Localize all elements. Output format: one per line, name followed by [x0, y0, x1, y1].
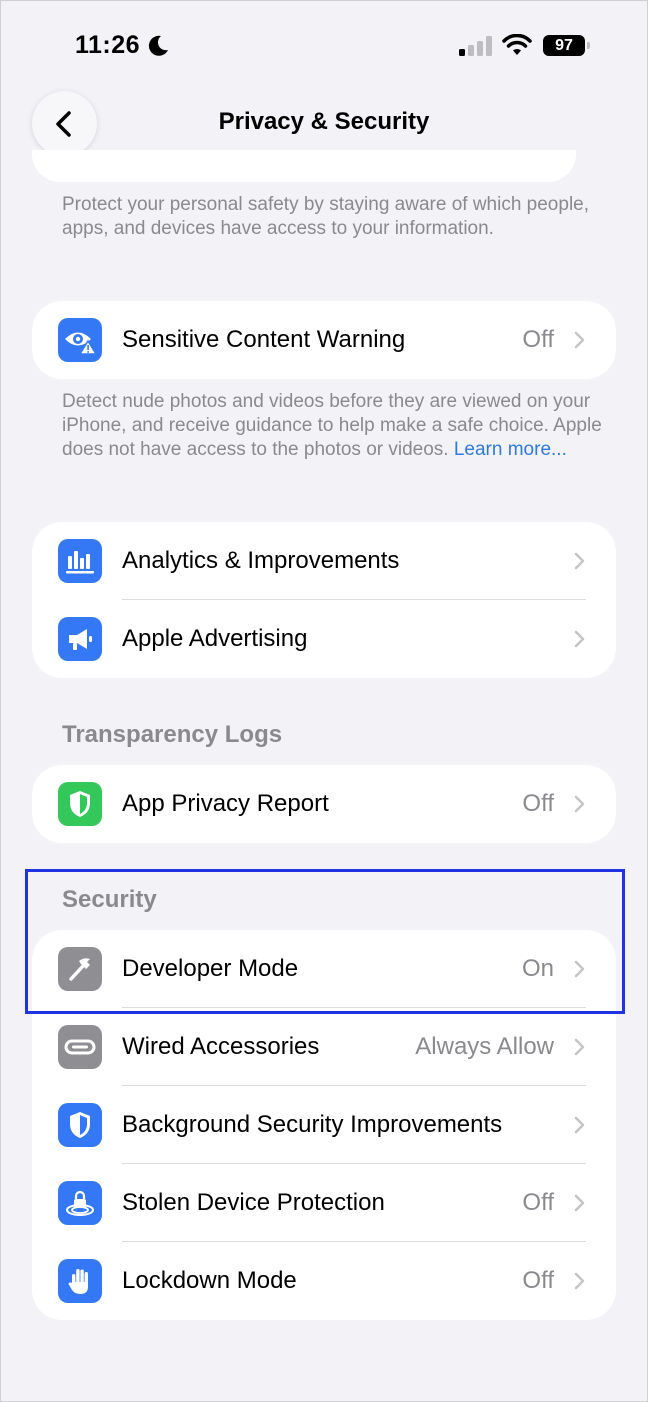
wired-accessories-label: Wired Accessories: [122, 1033, 320, 1060]
bar-chart-icon: [58, 539, 102, 583]
page-title: Privacy & Security: [218, 108, 430, 135]
chevron-right-icon: [574, 331, 585, 349]
sensitive-content-value: Off: [522, 326, 554, 353]
battery-level: 97: [543, 35, 585, 56]
transparency-card: App Privacy Report Off: [32, 765, 616, 843]
sensitive-content-label: Sensitive Content Warning: [122, 326, 406, 353]
lockdown-mode-value: Off: [522, 1267, 554, 1294]
wired-accessories-value: Always Allow: [415, 1033, 554, 1060]
cellular-signal-icon: [459, 36, 492, 56]
battery-indicator: 97: [543, 35, 591, 56]
sensitive-content-card: Sensitive Content Warning Off: [32, 301, 616, 379]
apple-advertising-row[interactable]: Apple Advertising: [32, 600, 616, 678]
cable-icon: [58, 1025, 102, 1069]
lockdown-mode-row[interactable]: Lockdown Mode Off: [32, 1242, 616, 1320]
lockdown-mode-label: Lockdown Mode: [122, 1267, 297, 1294]
analytics-card: Analytics & Improvements Apple Advertisi…: [32, 522, 616, 678]
chevron-right-icon: [574, 1272, 585, 1290]
highlight-box: [25, 869, 625, 1014]
stolen-device-protection-value: Off: [522, 1189, 554, 1216]
lock-icon: [58, 1181, 102, 1225]
eye-warning-icon: [58, 318, 102, 362]
shield-icon: [58, 1103, 102, 1147]
apple-advertising-label: Apple Advertising: [122, 625, 308, 652]
chevron-right-icon: [574, 1038, 585, 1056]
wifi-icon: [502, 34, 532, 55]
safety-footnote: Protect your personal safety by staying …: [62, 194, 590, 239]
chevron-right-icon: [574, 630, 585, 648]
wired-accessories-row[interactable]: Wired Accessories Always Allow: [32, 1008, 616, 1086]
learn-more-link[interactable]: Learn more...: [454, 439, 567, 460]
sensitive-footnote: Detect nude photos and videos before the…: [62, 390, 602, 462]
shield-icon: [58, 782, 102, 826]
app-privacy-report-row[interactable]: App Privacy Report Off: [32, 765, 616, 843]
chevron-right-icon: [574, 795, 585, 813]
chevron-right-icon: [574, 1194, 585, 1212]
app-privacy-report-label: App Privacy Report: [122, 790, 329, 817]
hand-icon: [58, 1259, 102, 1303]
analytics-label: Analytics & Improvements: [122, 547, 400, 574]
transparency-logs-header: Transparency Logs: [62, 721, 283, 748]
safety-check-card[interactable]: [32, 150, 576, 182]
chevron-right-icon: [574, 1116, 585, 1134]
background-security-label: Background Security Improvements: [122, 1111, 503, 1138]
sensitive-content-warning-row[interactable]: Sensitive Content Warning Off: [32, 301, 616, 379]
app-privacy-report-value: Off: [522, 790, 554, 817]
status-time: 11:26: [75, 31, 141, 59]
megaphone-icon: [58, 617, 102, 661]
chevron-right-icon: [574, 552, 585, 570]
moon-icon: [148, 35, 168, 56]
stolen-device-protection-label: Stolen Device Protection: [122, 1189, 385, 1216]
stolen-device-protection-row[interactable]: Stolen Device Protection Off: [32, 1164, 616, 1242]
analytics-improvements-row[interactable]: Analytics & Improvements: [32, 522, 616, 600]
background-security-row[interactable]: Background Security Improvements: [32, 1086, 616, 1164]
